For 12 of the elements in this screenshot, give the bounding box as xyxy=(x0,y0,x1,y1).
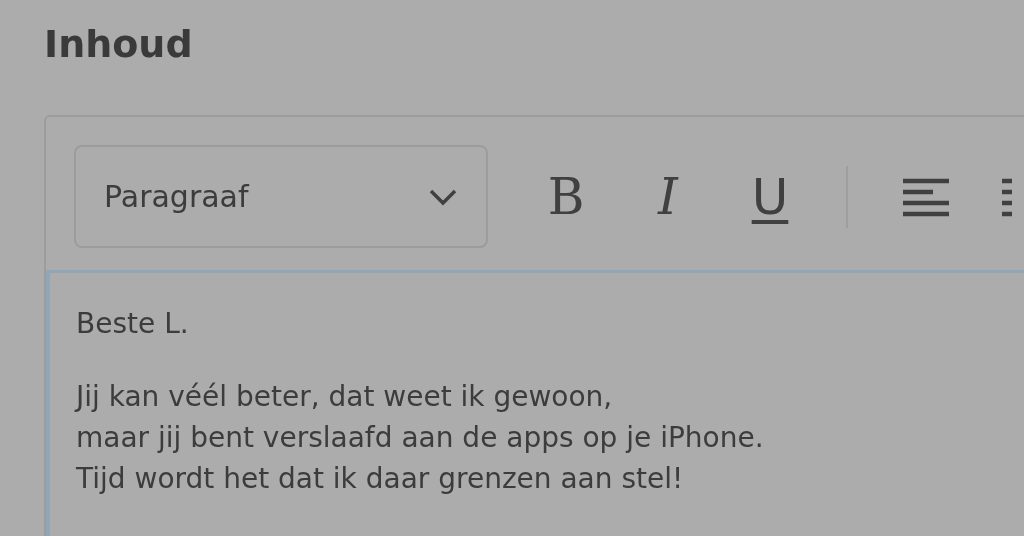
align-left-icon[interactable] xyxy=(903,176,949,217)
section-title: Inhoud xyxy=(44,21,194,68)
italic-button[interactable]: I xyxy=(628,166,708,227)
bold-button[interactable]: B xyxy=(526,166,606,227)
text-line: Jij kan véél beter, dat weet ik gewoon, xyxy=(76,379,613,415)
text-editor[interactable]: Beste L. Jij kan véél beter, dat weet ik gewoon, maar jij bent verslaafd aan de apps op je iPhone. Tijd wordt het dat ik daar grenzen aan stel! xyxy=(46,270,1024,536)
block-format-dropdown[interactable]: Paragraaf xyxy=(74,145,488,248)
underline-button[interactable]: U xyxy=(730,166,810,227)
text-line: maar jij bent verslaafd aan de apps op je iPhone. xyxy=(76,420,764,456)
text-line: Tijd wordt het dat ik daar grenzen aan stel! xyxy=(76,461,684,497)
text-line: Beste L. xyxy=(76,306,189,342)
toolbar-icon[interactable] xyxy=(1002,176,1012,217)
